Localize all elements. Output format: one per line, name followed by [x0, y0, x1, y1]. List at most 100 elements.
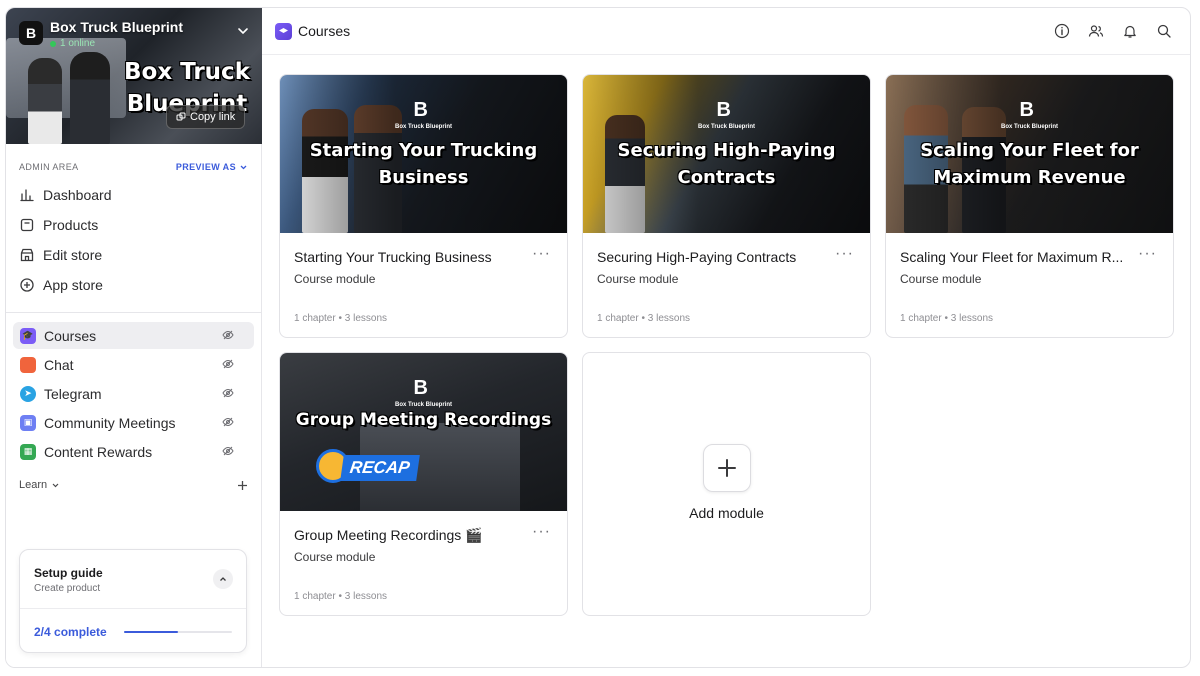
eye-off-icon[interactable]	[222, 358, 234, 370]
learn-label: Learn	[19, 479, 48, 491]
courses-icon: 🎓	[20, 327, 36, 344]
course-subtitle: Course module	[294, 272, 376, 286]
nav-item-dashboard[interactable]: Dashboard	[6, 180, 261, 210]
brand-logo-icon: B	[413, 377, 428, 399]
app-window: B Box Truck Blueprint 1 online Box Truck…	[5, 7, 1191, 668]
brand-logo-icon: B	[1019, 99, 1034, 121]
sidebar-item-telegram[interactable]: ➤ Telegram	[13, 380, 254, 407]
users-icon[interactable]	[1088, 23, 1104, 39]
course-meta: 1 chapter • 3 lessons	[294, 591, 387, 602]
setup-progress-bar	[124, 631, 232, 633]
thumbnail-brand-text: Box Truck Blueprint	[394, 124, 452, 130]
courses-icon	[275, 22, 292, 40]
chevron-up-icon	[220, 577, 226, 581]
course-subtitle: Course module	[294, 550, 376, 564]
course-meta: 1 chapter • 3 lessons	[294, 313, 387, 324]
course-card[interactable]: B Box Truck Blueprint Starting Your Truc…	[279, 74, 568, 338]
course-card[interactable]: B Box Truck Blueprint Scaling Your Fleet…	[885, 74, 1174, 338]
setup-guide-subtitle: Create product	[34, 583, 101, 594]
meta-separator: •	[338, 313, 342, 324]
store-banner[interactable]: B Box Truck Blueprint 1 online Box Truck…	[6, 8, 262, 144]
learn-toggle[interactable]: Learn	[19, 479, 60, 491]
nav-item-label: Edit store	[43, 247, 103, 263]
plus-icon[interactable]	[237, 480, 248, 491]
chat-icon	[20, 356, 36, 373]
online-count: 1 online	[60, 38, 96, 49]
preview-as-button[interactable]: PREVIEW AS	[176, 162, 248, 172]
add-module-button[interactable]	[703, 444, 751, 492]
nav-item-label: Products	[43, 217, 99, 233]
course-subtitle: Course module	[900, 272, 982, 286]
store-icon	[20, 248, 34, 262]
bell-icon[interactable]	[1122, 23, 1138, 39]
meta-separator: •	[338, 591, 342, 602]
more-options-icon[interactable]: ···	[532, 245, 551, 263]
nav-item-edit-store[interactable]: Edit store	[6, 240, 261, 270]
chevron-down-icon[interactable]	[236, 24, 250, 38]
course-subtitle: Course module	[597, 272, 679, 286]
course-title: Securing High-Paying Contracts	[597, 249, 797, 265]
setup-divider	[20, 608, 246, 609]
admin-nav: Dashboard Products Edit store App store	[6, 180, 261, 300]
thumbnail-title: Scaling Your Fleet for Maximum Revenue	[920, 140, 1139, 188]
sidebar-item-label: Content Rewards	[44, 443, 153, 460]
eye-off-icon[interactable]	[222, 416, 234, 428]
sidebar-item-label: Telegram	[44, 385, 102, 402]
add-module-card[interactable]: Add module	[582, 352, 871, 616]
setup-guide-card[interactable]: Setup guide Create product 2/4 complete	[19, 549, 247, 653]
store-name: Box Truck Blueprint	[50, 19, 184, 35]
app-list: 🎓 Courses Chat ➤ Telegram ▣ Community Me…	[6, 322, 261, 465]
course-thumbnail: B Box Truck Blueprint Scaling Your Fleet…	[886, 75, 1173, 233]
sidebar-item-community-meetings[interactable]: ▣ Community Meetings	[13, 409, 254, 436]
eye-off-icon[interactable]	[222, 445, 234, 457]
sidebar-item-courses[interactable]: 🎓 Courses	[13, 322, 254, 349]
search-icon[interactable]	[1156, 23, 1172, 39]
more-options-icon[interactable]: ···	[1138, 245, 1157, 263]
sidebar-item-label: Chat	[44, 356, 74, 373]
chevron-down-icon	[240, 165, 247, 169]
telegram-icon: ➤	[20, 385, 36, 402]
sidebar-divider	[6, 312, 261, 313]
course-title: Scaling Your Fleet for Maximum R...	[900, 249, 1124, 265]
admin-area-label: ADMIN AREA	[19, 162, 79, 172]
chapter-count: 1 chapter	[294, 591, 336, 602]
nav-item-app-store[interactable]: App store	[6, 270, 261, 300]
course-meta: 1 chapter • 3 lessons	[597, 313, 690, 324]
lesson-count: 3 lessons	[950, 313, 994, 324]
brand-logo-icon: B	[716, 99, 731, 121]
more-options-icon[interactable]: ···	[835, 245, 854, 263]
chapter-count: 1 chapter	[597, 313, 639, 324]
link-icon	[176, 112, 186, 121]
more-options-icon[interactable]: ···	[532, 523, 551, 541]
preview-as-label: PREVIEW AS	[175, 162, 236, 172]
copy-link-label: Copy link	[190, 111, 236, 123]
info-icon[interactable]	[1054, 23, 1070, 39]
setup-progress-fill	[124, 631, 178, 633]
course-card[interactable]: B Box Truck Blueprint Group Meeting Reco…	[279, 352, 568, 616]
thumbnail-title: Securing High-Paying Contracts	[617, 140, 836, 188]
add-module-label: Add module	[689, 505, 764, 521]
page-title: Courses	[298, 23, 351, 39]
banner-person-image	[70, 52, 110, 144]
rewards-icon: ▦	[20, 443, 36, 460]
online-status: 1 online	[50, 38, 95, 49]
chapter-count: 1 chapter	[900, 313, 942, 324]
eye-off-icon[interactable]	[222, 387, 234, 399]
plus-icon	[718, 459, 736, 477]
nav-item-label: App store	[43, 277, 103, 293]
nav-item-products[interactable]: Products	[6, 210, 261, 240]
collapse-button[interactable]	[213, 569, 233, 589]
sidebar-item-chat[interactable]: Chat	[13, 351, 254, 378]
course-card[interactable]: B Box Truck Blueprint Securing High-Payi…	[582, 74, 871, 338]
course-meta: 1 chapter • 3 lessons	[900, 313, 993, 324]
thumbnail-title: Group Meeting Recordings	[295, 410, 552, 430]
lesson-count: 3 lessons	[344, 313, 388, 324]
box-icon	[20, 218, 34, 232]
copy-link-button[interactable]: Copy link	[166, 105, 246, 129]
eye-off-icon[interactable]	[222, 329, 234, 341]
setup-guide-title: Setup guide	[34, 566, 103, 580]
top-bar: Courses	[262, 8, 1190, 55]
course-title: Starting Your Trucking Business	[294, 249, 492, 265]
brand-logo-icon: B	[413, 99, 428, 121]
sidebar-item-content-rewards[interactable]: ▦ Content Rewards	[13, 438, 254, 465]
